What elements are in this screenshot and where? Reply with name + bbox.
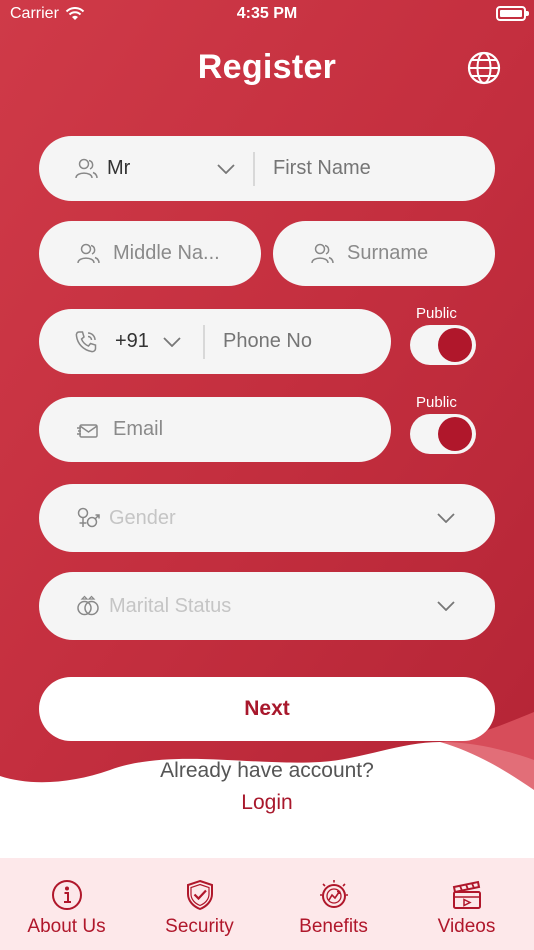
tab-bar: About Us Security Benefits Videos	[0, 858, 534, 950]
user-icon	[77, 243, 100, 263]
next-button[interactable]: Next	[39, 677, 495, 741]
toggle-knob	[438, 417, 472, 451]
tab-label: About Us	[27, 916, 106, 937]
status-bar: Carrier 4:35 PM	[0, 0, 534, 30]
salutation-select[interactable]: Mr	[73, 156, 253, 182]
mail-icon	[77, 423, 98, 438]
chevron-down-icon	[217, 163, 235, 174]
phone-code-select[interactable]: +91	[73, 329, 203, 355]
chevron-down-icon	[163, 336, 181, 347]
gender-icon	[77, 507, 100, 528]
phone-public-toggle[interactable]	[410, 325, 476, 365]
tab-about-us[interactable]: About Us	[0, 858, 133, 950]
already-have-account-text: Already have account?	[160, 759, 374, 782]
email-field[interactable]: Email	[39, 397, 391, 462]
salutation-value: Mr	[107, 157, 131, 179]
salutation-firstname-row: Mr	[39, 136, 495, 201]
marital-status-select[interactable]: Marital Status	[39, 572, 495, 640]
phone-code-value: +91	[115, 330, 149, 352]
tab-benefits[interactable]: Benefits	[267, 858, 400, 950]
clapperboard-icon	[452, 880, 481, 909]
surname-placeholder: Surname	[347, 242, 429, 264]
benefits-icon	[319, 880, 348, 908]
tab-label: Benefits	[299, 916, 368, 937]
marital-status-placeholder: Marital Status	[109, 594, 232, 617]
tab-label: Security	[165, 916, 234, 937]
surname-field[interactable]: Surname	[273, 221, 495, 286]
shield-check-icon	[186, 879, 213, 911]
rings-icon	[77, 595, 99, 616]
first-name-input[interactable]	[273, 157, 493, 180]
middle-name-placeholder: Middle Na...	[113, 242, 220, 264]
phone-icon	[75, 330, 97, 352]
email-public-label: Public	[416, 394, 457, 411]
email-placeholder: Email	[113, 418, 164, 440]
user-icon	[311, 243, 334, 263]
chevron-down-icon	[437, 601, 455, 611]
tab-security[interactable]: Security	[133, 858, 266, 950]
phone-input[interactable]	[223, 330, 373, 353]
status-time: 4:35 PM	[236, 5, 298, 22]
info-icon	[51, 880, 82, 910]
field-divider	[253, 151, 255, 186]
user-icon	[75, 158, 98, 178]
phone-public-label: Public	[416, 305, 457, 322]
gender-select[interactable]: Gender	[39, 484, 495, 552]
toggle-knob	[438, 328, 472, 362]
battery-icon	[496, 6, 529, 21]
page-title: Register	[197, 48, 337, 86]
tab-videos[interactable]: Videos	[400, 858, 533, 950]
email-public-toggle[interactable]	[410, 414, 476, 454]
gender-placeholder: Gender	[109, 506, 176, 529]
phone-row: +91	[39, 309, 391, 374]
middle-name-field[interactable]: Middle Na...	[39, 221, 261, 286]
globe-icon[interactable]	[466, 50, 502, 86]
field-divider	[203, 324, 205, 359]
login-link[interactable]: Login	[0, 791, 534, 815]
chevron-down-icon	[437, 513, 455, 523]
tab-label: Videos	[437, 916, 496, 937]
